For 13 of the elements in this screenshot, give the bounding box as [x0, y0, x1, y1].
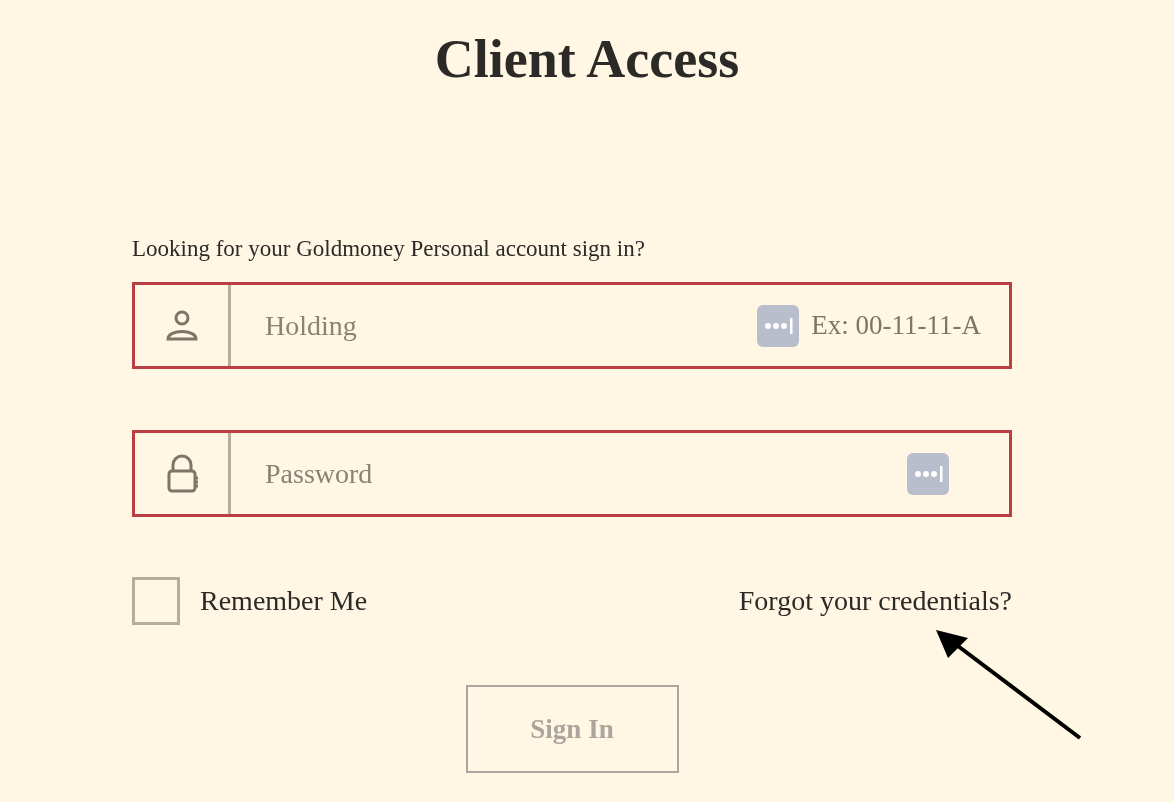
notice-text: Looking for your Goldmoney Personal account sign in?: [132, 234, 646, 263]
text-input[interactable]: Password: [231, 433, 895, 514]
password-manager-icon[interactable]: [757, 304, 800, 347]
page-title: Client Access: [434, 28, 740, 91]
user-icon: [164, 308, 199, 343]
field-hint: Ex: 00-11-11-A: [811, 309, 981, 343]
password-manager-icon[interactable]: [907, 452, 949, 495]
text-input[interactable]: Holding: [231, 285, 746, 366]
forgot-credentials-link[interactable]: Forgot your credentials?: [738, 580, 1012, 622]
checkbox-label: Remember Me: [200, 584, 368, 618]
input-field[interactable]: Holding Ex: 00-11-11-A: [132, 282, 1012, 369]
checkbox[interactable]: [132, 577, 180, 625]
input-field[interactable]: Password: [132, 430, 1012, 517]
